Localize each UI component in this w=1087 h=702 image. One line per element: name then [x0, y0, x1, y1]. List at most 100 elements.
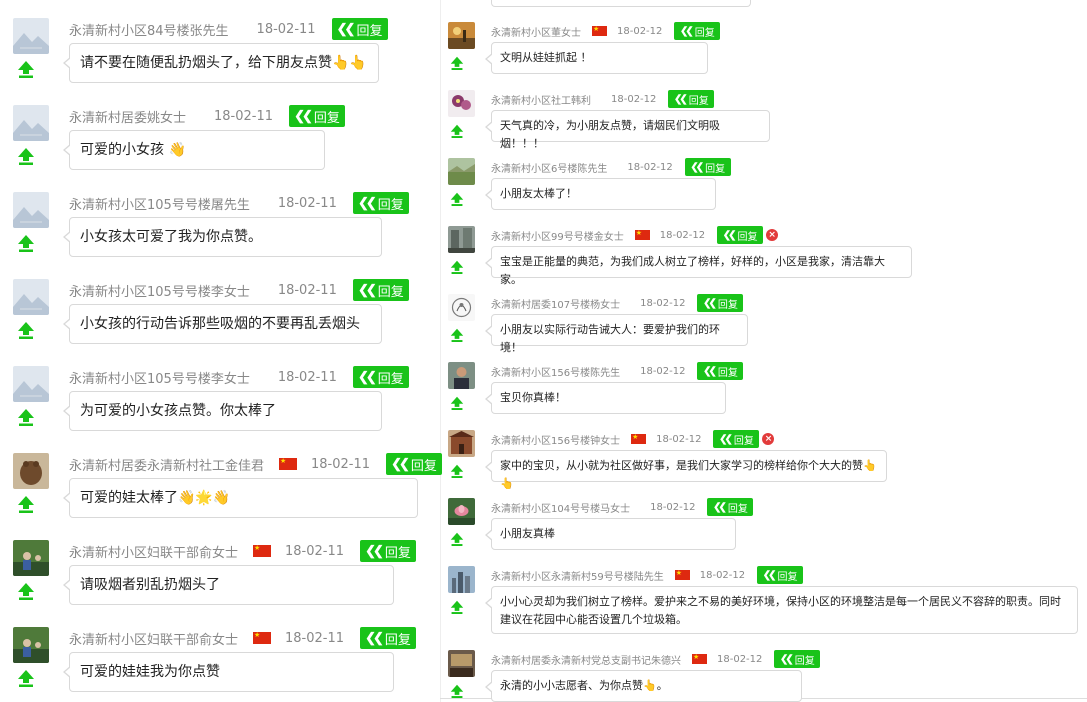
reply-button[interactable]: ❮❮ 回复	[386, 453, 443, 475]
reply-label: 回复	[688, 95, 709, 107]
comment-bubble: 小朋友太棒了！	[485, 178, 716, 210]
avatar[interactable]	[13, 192, 49, 228]
avatar[interactable]	[448, 294, 475, 321]
reply-label: 回复	[777, 571, 798, 583]
reply-label: 回复	[384, 544, 411, 560]
comment-meta: 永清新村小区妇联干部俞女士 18-02-11 ❮❮回复	[69, 540, 417, 562]
comment-meta: 永清新村小区156号楼陈先生 18-02-12 ❮❮ 回复	[491, 362, 744, 380]
up-arrow-icon[interactable]	[450, 464, 464, 478]
reply-button[interactable]: ❮❮ 回复	[352, 366, 409, 388]
comment-meta: 永清新村小区105号号楼屠先生 18-02-11 ❮❮ 回复	[69, 192, 409, 214]
reply-button[interactable]: ❮❮ 回复	[717, 226, 764, 244]
up-arrow-icon[interactable]	[17, 234, 35, 252]
up-arrow-icon[interactable]	[450, 192, 464, 206]
comment-meta: 永清新村小区84号楼张先生 18-02-11 ❮❮ 回复	[69, 18, 388, 40]
avatar[interactable]	[13, 627, 49, 663]
up-arrow-icon[interactable]	[450, 600, 464, 614]
avatar[interactable]	[13, 279, 49, 315]
avatar[interactable]	[448, 22, 475, 49]
reply-button[interactable]: ❮❮ 回复	[289, 105, 346, 127]
avatar[interactable]	[13, 540, 49, 576]
reply-arrow-icon: ❮❮	[357, 369, 377, 384]
avatar[interactable]	[448, 566, 475, 593]
reply-arrow-icon: ❮❮	[762, 569, 777, 581]
comment-meta: 永清新村小区永清新村59号号楼陆先生 18-02-12 ❮❮回复	[491, 566, 804, 584]
reply-button[interactable]: ❮❮ 回复	[360, 540, 417, 562]
avatar[interactable]	[448, 90, 475, 117]
reply-arrow-icon: ❮❮	[365, 543, 384, 558]
up-arrow-icon[interactable]	[450, 532, 464, 546]
commenter-name: 永清新村小区董女士	[491, 27, 581, 39]
reply-button[interactable]: ❮❮ 回复	[697, 362, 744, 380]
avatar[interactable]	[448, 650, 475, 677]
reply-label: 回复	[717, 367, 738, 379]
reply-arrow-icon: ❮❮	[674, 93, 688, 105]
up-arrow-icon[interactable]	[450, 56, 464, 70]
commenter-name: 永清新村小区84号楼张先生	[69, 23, 229, 39]
comment-date: 18-02-12	[640, 365, 686, 377]
avatar[interactable]	[448, 430, 475, 457]
flag-icon	[592, 25, 607, 36]
reply-button[interactable]: ❮❮ 回复	[774, 650, 821, 668]
up-arrow-icon[interactable]	[17, 582, 35, 600]
reply-arrow-icon: ❮❮	[722, 229, 737, 241]
reply-button[interactable]: ❮❮ 回复	[352, 279, 409, 301]
commenter-name: 永清新村小区156号楼钟女士	[491, 435, 621, 447]
comment-bubble: 请吸烟者别乱扔烟头了	[63, 565, 394, 605]
delete-x-icon[interactable]: ×	[762, 433, 775, 445]
reply-label: 回复	[377, 370, 404, 386]
commenter-name: 永清新村小区社工韩利	[491, 95, 591, 107]
up-arrow-icon[interactable]	[450, 328, 464, 342]
flag-icon	[279, 457, 298, 470]
avatar[interactable]	[13, 18, 49, 54]
comment-date: 18-02-11	[256, 21, 316, 37]
reply-button[interactable]: ❮❮ 回复	[674, 22, 721, 40]
reply-arrow-icon: ❮❮	[365, 630, 384, 645]
reply-button[interactable]: ❮❮ 回复	[697, 294, 744, 312]
up-arrow-icon[interactable]	[17, 669, 35, 687]
reply-button[interactable]: ❮❮ 回复	[352, 192, 409, 214]
commenter-name: 永清新村小区105号号楼李女士	[69, 284, 250, 300]
reply-arrow-icon: ❮❮	[719, 433, 733, 445]
reply-label: 回复	[377, 196, 404, 212]
comment-date: 18-02-12	[627, 161, 673, 173]
comment-bubble: 为可爱的小女孩点赞。你太棒了	[63, 391, 382, 431]
comment-meta: 永清新村小区104号号楼马女士 18-02-12 ❮❮ 回复	[491, 498, 754, 516]
reply-label: 回复	[737, 231, 758, 243]
reply-button[interactable]: ❮❮ 回复	[668, 90, 715, 108]
comment-date: 18-02-12	[650, 501, 696, 513]
up-arrow-icon[interactable]	[17, 60, 35, 78]
up-arrow-icon[interactable]	[450, 684, 464, 698]
reply-button[interactable]: ❮❮ 回复	[684, 158, 731, 176]
delete-x-icon[interactable]: ×	[766, 229, 779, 241]
up-arrow-icon[interactable]	[450, 124, 464, 138]
avatar[interactable]	[448, 226, 475, 253]
reply-button[interactable]: ❮❮ 回复	[713, 430, 760, 448]
avatar[interactable]	[13, 105, 49, 141]
reply-button[interactable]: ❮❮ 回复	[757, 566, 804, 584]
avatar[interactable]	[448, 362, 475, 389]
comment-bubble: 宝贝你真棒！	[485, 382, 726, 414]
avatar[interactable]	[448, 158, 475, 185]
reply-label: 回复	[384, 631, 411, 647]
up-arrow-icon[interactable]	[17, 495, 35, 513]
comment-date: 18-02-12	[656, 433, 702, 445]
up-arrow-icon[interactable]	[450, 260, 464, 274]
comment-bubble: 可爱的娃娃我为你点赞	[63, 652, 394, 692]
commenter-name: 永清新村小区6号楼陈先生	[491, 163, 608, 175]
up-arrow-icon[interactable]	[17, 147, 35, 165]
avatar[interactable]	[13, 453, 49, 489]
comment-meta: 永清新村小区99号号楼金女士18-02-12❮❮回复×	[491, 226, 779, 244]
up-arrow-icon[interactable]	[450, 396, 464, 410]
up-arrow-icon[interactable]	[17, 408, 35, 426]
comment-date: 18-02-11	[285, 543, 345, 559]
reply-button[interactable]: ❮❮ 回复	[331, 18, 388, 40]
flag-icon	[253, 631, 272, 644]
reply-button[interactable]: ❮❮ 回复	[707, 498, 754, 516]
avatar[interactable]	[13, 366, 49, 402]
avatar[interactable]	[448, 498, 475, 525]
up-arrow-icon[interactable]	[17, 321, 35, 339]
comment-date: 18-02-11	[277, 369, 337, 385]
reply-button[interactable]: ❮❮ 回复	[360, 627, 417, 649]
reply-arrow-icon: ❮❮	[294, 108, 313, 123]
